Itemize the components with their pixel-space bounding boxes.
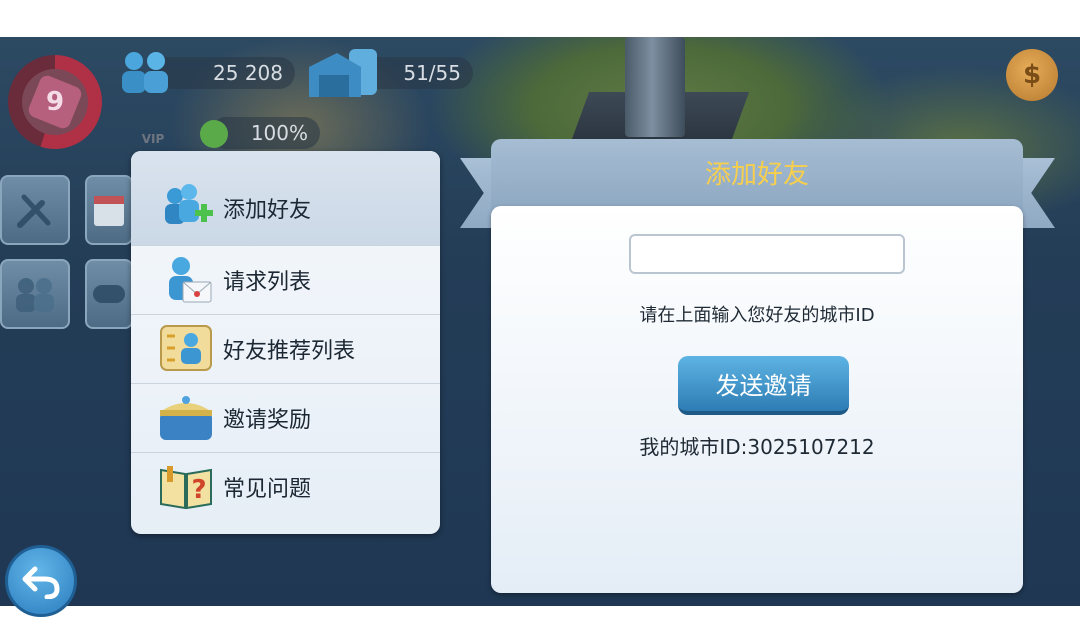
faq-book-icon: ?: [155, 459, 217, 515]
menu-item-label: 好友推荐列表: [223, 339, 356, 364]
storage-value: 51/55: [403, 61, 461, 85]
menu-item-faq[interactable]: ? 常见问题: [131, 453, 440, 521]
tools-button[interactable]: [0, 175, 70, 245]
menu-item-recommend-list[interactable]: 好友推荐列表: [131, 315, 440, 384]
send-invite-button[interactable]: 发送邀请: [678, 356, 849, 415]
city-id-input[interactable]: [629, 234, 905, 274]
request-mail-icon: [155, 252, 217, 308]
storage-icon: [305, 45, 381, 105]
menu-item-label: 邀请奖励: [223, 408, 312, 433]
friends-icon: [16, 278, 54, 312]
coin-icon[interactable]: $: [1006, 49, 1058, 101]
panel-title: 添加好友: [704, 160, 809, 190]
calendar-button[interactable]: [85, 175, 133, 245]
vip-badge[interactable]: VIP: [120, 112, 186, 146]
level-number: 9: [45, 87, 65, 117]
population-icon: [116, 49, 176, 99]
reward-chest-icon: [155, 390, 217, 446]
calendar-icon: [94, 196, 124, 226]
level-indicator[interactable]: 9: [8, 55, 102, 149]
level-badge: 9: [26, 73, 84, 131]
smile-icon: [200, 120, 228, 148]
menu-item-label: 添加好友: [223, 198, 312, 223]
gamepad-icon: [93, 285, 125, 303]
recommend-list-icon: [155, 321, 217, 377]
my-city-id: 我的城市ID:3025107212: [639, 435, 875, 459]
wrench-icon: [17, 194, 51, 228]
input-hint: 请在上面输入您好友的城市ID: [639, 305, 875, 326]
menu-item-label: 请求列表: [223, 270, 312, 295]
menu-item-invite-reward[interactable]: 邀请奖励: [131, 384, 440, 453]
island-tower: [625, 37, 685, 137]
menu-item-add-friend[interactable]: 添加好友: [131, 151, 440, 246]
back-arrow-icon: [22, 566, 60, 599]
menu-item-request-list[interactable]: 请求列表: [131, 246, 440, 315]
add-friend-icon: [155, 180, 217, 236]
svg-text:?: ?: [191, 475, 206, 505]
vip-label: VIP: [141, 132, 165, 146]
game-button[interactable]: [85, 259, 133, 329]
friends-menu: 添加好友 请求列表 好友推荐列表 邀请奖励 ? 常见问题: [131, 151, 440, 534]
back-button[interactable]: [5, 545, 77, 617]
happiness-value: 100%: [250, 121, 308, 145]
menu-item-label: 常见问题: [223, 477, 312, 502]
level-inner: 9: [22, 69, 88, 135]
friends-button[interactable]: [0, 259, 70, 329]
population-value: 25 208: [213, 61, 283, 85]
